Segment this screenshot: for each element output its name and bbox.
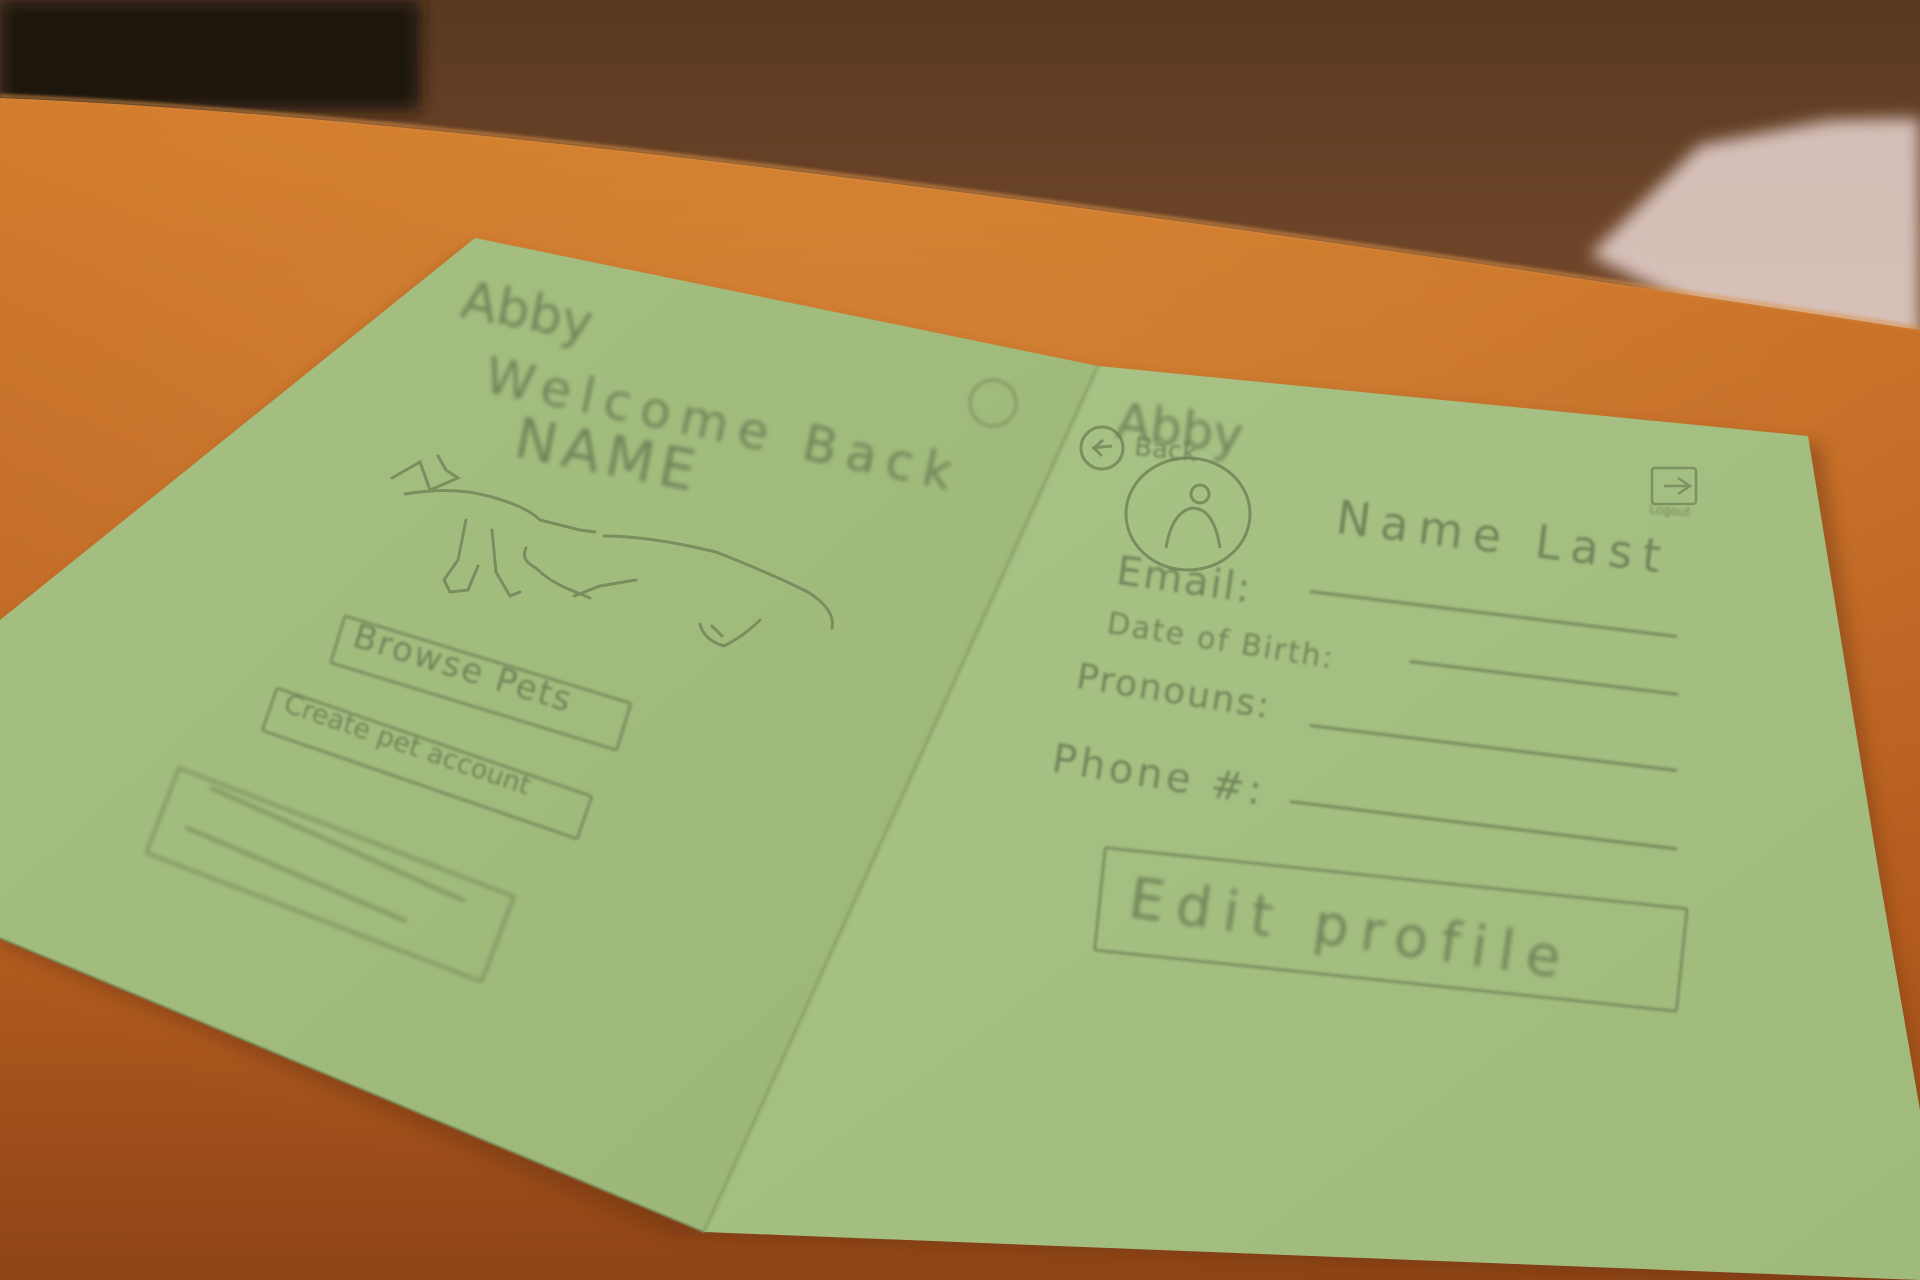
background-svg — [0, 0, 1920, 1280]
photo-scene: Abby Welcome Back NAME Browse Pets Creat… — [0, 0, 1920, 1280]
dark-corner — [0, 0, 420, 110]
back-label[interactable]: Back — [1133, 432, 1199, 468]
